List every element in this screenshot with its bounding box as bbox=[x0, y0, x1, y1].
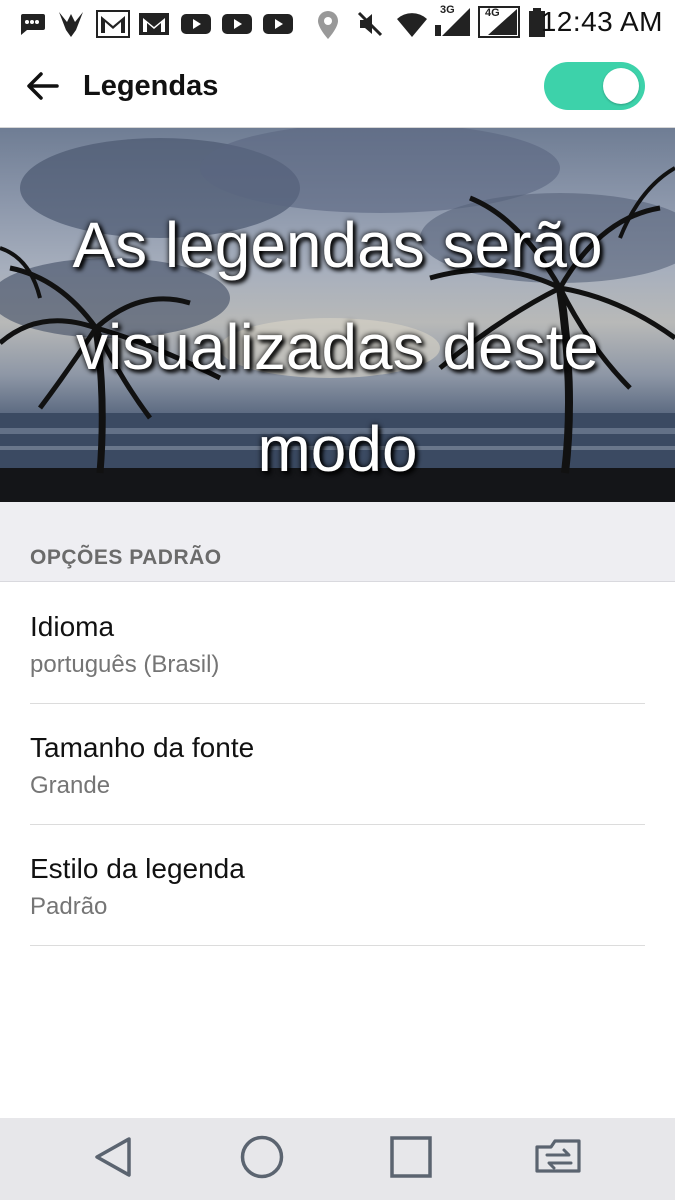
back-button[interactable] bbox=[18, 64, 66, 112]
list-item-font-size[interactable]: Tamanho da fonte Grande bbox=[30, 704, 645, 825]
item-value: português (Brasil) bbox=[30, 651, 220, 678]
mute-icon bbox=[356, 10, 384, 43]
item-title: Idioma bbox=[30, 611, 115, 642]
nav-dual-window-button[interactable] bbox=[534, 1134, 584, 1184]
status-bar: 3G 4G 12:43 AM bbox=[0, 0, 675, 48]
nav-recents-button[interactable] bbox=[386, 1134, 436, 1184]
captions-toggle[interactable] bbox=[544, 62, 645, 110]
network-4g-label: 4G bbox=[485, 7, 500, 19]
list-item-language[interactable]: Idioma português (Brasil) bbox=[30, 583, 645, 704]
app-bar: Legendas bbox=[0, 48, 675, 128]
location-icon bbox=[316, 10, 340, 45]
youtube-icon bbox=[221, 10, 253, 43]
gmail-icon bbox=[138, 10, 170, 43]
item-title: Estilo da legenda bbox=[30, 853, 245, 884]
nav-home-button[interactable] bbox=[237, 1134, 287, 1184]
nav-back-button[interactable] bbox=[88, 1134, 138, 1184]
list-item-caption-style[interactable]: Estilo da legenda Padrão bbox=[30, 825, 645, 946]
network-3g-label: 3G bbox=[440, 4, 455, 16]
back-arrow-icon bbox=[25, 71, 59, 106]
youtube-icon bbox=[180, 10, 212, 43]
back-triangle-icon bbox=[91, 1135, 135, 1184]
item-title: Tamanho da fonte bbox=[30, 732, 255, 763]
status-time: 12:43 AM bbox=[540, 6, 663, 37]
gmail-icon bbox=[96, 10, 130, 43]
wifi-icon bbox=[396, 10, 428, 43]
item-value: Grande bbox=[30, 772, 111, 799]
dual-window-icon bbox=[533, 1137, 585, 1182]
toggle-knob bbox=[603, 68, 639, 104]
caption-sample-text: As legendas serão visualizadas deste mod… bbox=[72, 209, 603, 485]
navigation-bar bbox=[0, 1118, 675, 1200]
caption-preview: As legendas serão visualizadas deste mod… bbox=[0, 128, 675, 502]
home-circle-icon bbox=[239, 1134, 285, 1185]
recents-square-icon bbox=[389, 1135, 433, 1184]
page-title: Legendas bbox=[83, 70, 219, 102]
youtube-icon bbox=[262, 10, 294, 43]
section-header: OPÇÕES PADRÃO bbox=[30, 546, 222, 569]
item-value: Padrão bbox=[30, 893, 108, 920]
message-icon bbox=[18, 12, 46, 41]
bird-icon bbox=[58, 10, 84, 43]
section-header-bar bbox=[0, 502, 675, 582]
